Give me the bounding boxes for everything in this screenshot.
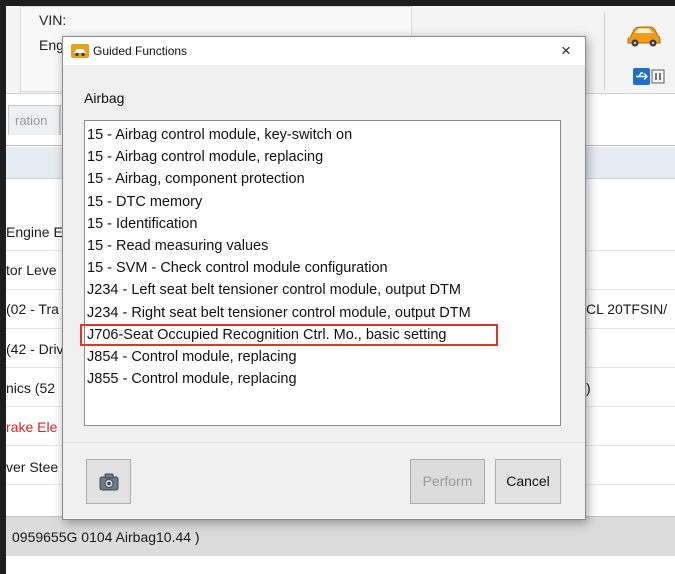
list-item[interactable]: J854 - Control module, replacing: [85, 346, 560, 368]
tab-configuration-label: ration: [15, 113, 48, 128]
status-bar: 0959655G 0104 Airbag10.44 ): [6, 516, 675, 556]
list-item[interactable]: J855 - Control module, replacing: [85, 368, 560, 390]
row-label: nics (52: [6, 380, 56, 396]
app-logo-icon: [71, 44, 89, 58]
tab-configuration[interactable]: ration: [8, 105, 60, 135]
row-label: tor Leve: [6, 262, 57, 278]
dialog-heading: Airbag: [84, 90, 125, 106]
list-item[interactable]: J234 - Left seat belt tensioner control …: [85, 279, 560, 301]
list-item-highlighted[interactable]: J706-Seat Occupied Recognition Ctrl. Mo.…: [80, 323, 498, 346]
list-item[interactable]: 15 - Identification: [85, 213, 560, 235]
vin-label: VIN:: [39, 12, 67, 28]
dialog-title: Guided Functions: [93, 44, 188, 58]
list-item[interactable]: 15 - Airbag control module, replacing: [85, 146, 560, 168]
status-bar-text: 0959655G 0104 Airbag10.44 ): [12, 529, 200, 545]
row-label: ver Stee: [6, 459, 59, 475]
close-icon[interactable]: ×: [555, 41, 577, 61]
list-item[interactable]: 15 - DTC memory: [85, 191, 560, 213]
dialog-footer-divider: [63, 442, 585, 443]
list-item[interactable]: 15 - Airbag control module, key-switch o…: [85, 124, 560, 146]
list-item[interactable]: 15 - SVM - Check control module configur…: [85, 257, 560, 279]
header-divider: [604, 12, 605, 90]
guided-functions-dialog: Guided Functions × Airbag 15 - Airbag co…: [62, 36, 586, 520]
cancel-button[interactable]: Cancel: [495, 459, 561, 504]
row-label: (02 - Tra: [6, 301, 59, 317]
list-item[interactable]: 15 - Read measuring values: [85, 235, 560, 257]
car-icon[interactable]: [626, 22, 662, 48]
row-label-error: rake Ele: [6, 419, 58, 435]
list-item[interactable]: 15 - Airbag, component protection: [85, 168, 560, 190]
list-item[interactable]: J234 - Right seat belt tensioner control…: [85, 302, 560, 324]
row-right-value: ): [586, 380, 591, 396]
screenshot-button[interactable]: [86, 459, 131, 504]
row-label: (42 - Driv: [6, 341, 64, 357]
dialog-title-bar[interactable]: Guided Functions ×: [63, 37, 585, 65]
perform-button[interactable]: Perform: [410, 459, 485, 504]
usb-connection-icon[interactable]: [632, 66, 668, 88]
guided-function-list[interactable]: 15 - Airbag control module, key-switch o…: [80, 120, 561, 426]
row-label: Engine E: [6, 224, 63, 240]
camera-icon: [99, 473, 119, 494]
row-right-value: CL 20TFSIN/: [586, 301, 668, 317]
